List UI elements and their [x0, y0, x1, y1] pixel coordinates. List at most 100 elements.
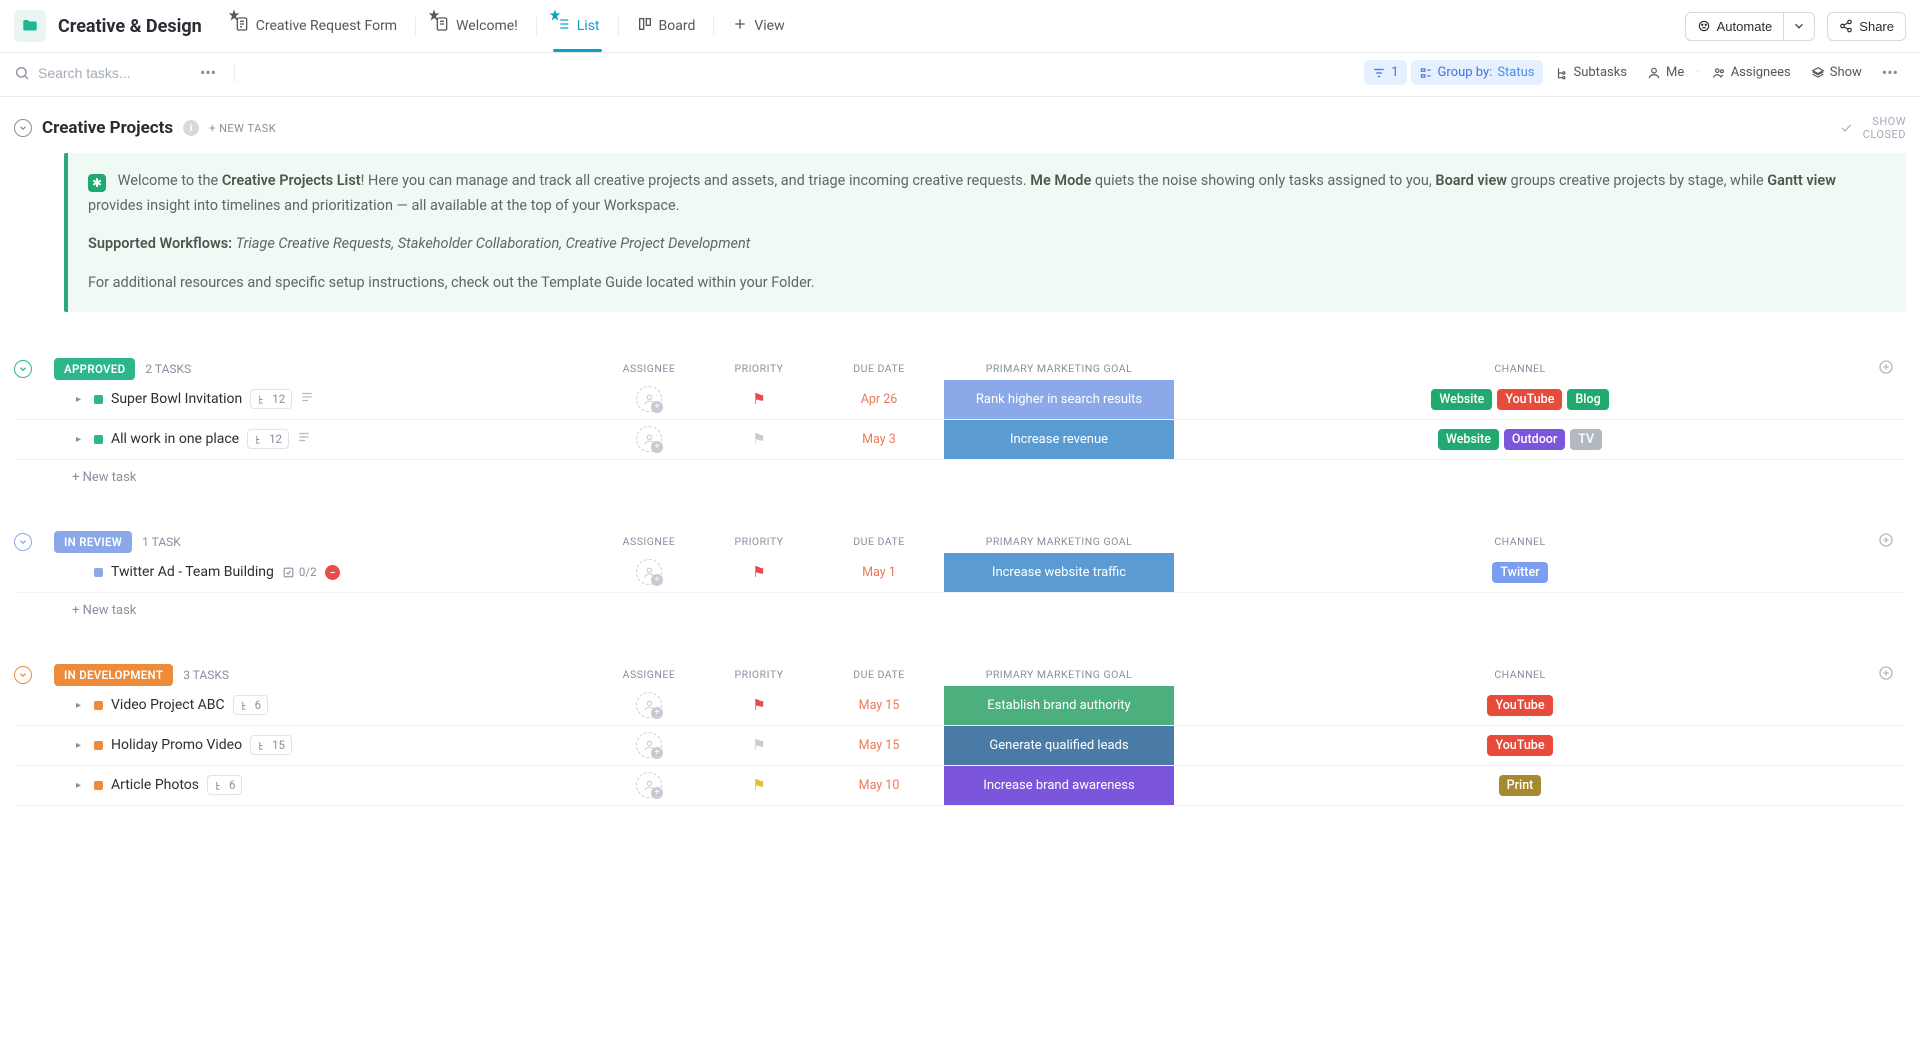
- due-date[interactable]: May 1: [862, 565, 896, 580]
- task-name[interactable]: Article Photos: [111, 777, 199, 793]
- goal-chip[interactable]: Increase revenue: [944, 420, 1174, 459]
- add-column-button[interactable]: [1866, 532, 1906, 552]
- automate-dropdown[interactable]: [1784, 12, 1815, 41]
- status-square[interactable]: [94, 701, 103, 710]
- priority-flag-icon[interactable]: ⚑: [752, 390, 765, 408]
- group-collapse-toggle[interactable]: [14, 533, 32, 551]
- view-tab-creative-request-form[interactable]: Creative Request Form: [222, 8, 409, 44]
- channel-tag[interactable]: Print: [1499, 775, 1542, 796]
- expand-caret[interactable]: ▸: [76, 394, 86, 405]
- channel-tag[interactable]: Website: [1438, 429, 1499, 450]
- task-row[interactable]: ▸Article Photos 6⚑May 10Increase brand a…: [14, 766, 1906, 806]
- priority-flag-icon[interactable]: ⚑: [752, 736, 765, 754]
- workspace-title[interactable]: Creative & Design: [58, 16, 202, 37]
- task-row[interactable]: ▸Holiday Promo Video 15⚑May 15Generate q…: [14, 726, 1906, 766]
- col-goal[interactable]: Primary Marketing Goal: [944, 668, 1174, 681]
- show-button[interactable]: Show: [1803, 60, 1870, 85]
- task-row[interactable]: ▸ Super Bowl Invitation 12 ⚑ Apr 26 Rank hig…: [14, 380, 1906, 420]
- assignee-placeholder[interactable]: [636, 772, 662, 798]
- subtask-count[interactable]: 6: [233, 695, 268, 715]
- goal-chip[interactable]: Increase brand awareness: [944, 766, 1174, 805]
- assignees-button[interactable]: Assignees: [1704, 60, 1799, 85]
- col-due-date[interactable]: Due Date: [814, 535, 944, 548]
- expand-caret[interactable]: ▸: [76, 780, 86, 791]
- subtask-count[interactable]: 12: [247, 429, 289, 449]
- channel-tag[interactable]: Website: [1431, 389, 1492, 410]
- status-badge[interactable]: IN DEVELOPMENT: [54, 664, 173, 686]
- status-square[interactable]: [94, 435, 103, 444]
- channel-tag[interactable]: TV: [1570, 429, 1602, 450]
- channel-tag[interactable]: Twitter: [1492, 562, 1547, 583]
- priority-flag-icon[interactable]: ⚑: [752, 563, 765, 581]
- col-assignee[interactable]: Assignee: [594, 535, 704, 548]
- due-date[interactable]: May 3: [862, 432, 896, 447]
- subtasks-button[interactable]: Subtasks: [1547, 60, 1636, 85]
- goal-chip[interactable]: Generate qualified leads: [944, 726, 1174, 765]
- col-priority[interactable]: Priority: [704, 362, 814, 375]
- col-assignee[interactable]: Assignee: [594, 668, 704, 681]
- group-collapse-toggle[interactable]: [14, 666, 32, 684]
- task-row[interactable]: Twitter Ad - Team Building 0/2⚑May 1Incr…: [14, 553, 1906, 593]
- description-icon[interactable]: [297, 430, 311, 448]
- group-collapse-toggle[interactable]: [14, 360, 32, 378]
- description-icon[interactable]: [300, 390, 314, 408]
- col-goal[interactable]: Primary Marketing Goal: [944, 535, 1174, 548]
- priority-flag-icon[interactable]: ⚑: [752, 430, 765, 448]
- expand-caret[interactable]: ▸: [76, 700, 86, 711]
- view-tab-view[interactable]: View: [720, 8, 796, 44]
- search-input[interactable]: [38, 65, 188, 81]
- assignee-placeholder[interactable]: [636, 732, 662, 758]
- collapse-all-toggle[interactable]: [14, 119, 32, 137]
- task-row[interactable]: ▸ Video Project ABC 6 ⚑ May 15 Establish bra…: [14, 686, 1906, 726]
- status-badge[interactable]: IN REVIEW: [54, 531, 132, 553]
- new-task-header-button[interactable]: + New task: [209, 122, 276, 135]
- me-button[interactable]: Me: [1639, 60, 1692, 85]
- channel-tag[interactable]: YouTube: [1497, 389, 1562, 410]
- status-square[interactable]: [94, 395, 103, 404]
- due-date[interactable]: Apr 26: [861, 392, 898, 407]
- col-assignee[interactable]: Assignee: [594, 362, 704, 375]
- task-name[interactable]: Holiday Promo Video: [111, 737, 242, 753]
- status-square[interactable]: [94, 781, 103, 790]
- channel-tag[interactable]: Blog: [1567, 389, 1608, 410]
- col-channel[interactable]: Channel: [1174, 668, 1866, 681]
- show-closed-button[interactable]: SHOW CLOSED: [1839, 115, 1906, 141]
- view-tab-list[interactable]: List: [543, 8, 612, 44]
- filter-button[interactable]: 1: [1364, 60, 1406, 85]
- assignee-placeholder[interactable]: [636, 559, 662, 585]
- checklist-count[interactable]: 0/2: [282, 565, 317, 579]
- col-channel[interactable]: Channel: [1174, 362, 1866, 375]
- goal-chip[interactable]: Establish brand authority: [944, 686, 1174, 725]
- goal-chip[interactable]: Rank higher in search results: [944, 380, 1174, 419]
- goal-chip[interactable]: Increase website traffic: [944, 553, 1174, 592]
- due-date[interactable]: May 15: [859, 698, 900, 713]
- automate-button[interactable]: Automate: [1685, 12, 1785, 41]
- filter-more-icon[interactable]: •••: [1874, 59, 1906, 86]
- view-tab-welcome-[interactable]: Welcome!: [422, 8, 530, 44]
- subtask-count[interactable]: 6: [207, 775, 242, 795]
- assignee-placeholder[interactable]: [636, 426, 662, 452]
- priority-flag-icon[interactable]: ⚑: [752, 696, 765, 714]
- channel-tag[interactable]: YouTube: [1487, 695, 1552, 716]
- col-priority[interactable]: Priority: [704, 668, 814, 681]
- add-column-button[interactable]: [1866, 359, 1906, 379]
- task-name[interactable]: Super Bowl Invitation: [111, 391, 242, 407]
- info-icon[interactable]: i: [183, 120, 199, 136]
- task-name[interactable]: All work in one place: [111, 431, 239, 447]
- add-column-button[interactable]: [1866, 665, 1906, 685]
- task-name[interactable]: Video Project ABC: [111, 697, 225, 713]
- folder-icon[interactable]: [14, 10, 46, 42]
- subtask-count[interactable]: 12: [250, 389, 292, 409]
- col-priority[interactable]: Priority: [704, 535, 814, 548]
- col-due-date[interactable]: Due Date: [814, 362, 944, 375]
- status-badge[interactable]: APPROVED: [54, 358, 135, 380]
- status-square[interactable]: [94, 741, 103, 750]
- col-goal[interactable]: Primary Marketing Goal: [944, 362, 1174, 375]
- due-date[interactable]: May 15: [859, 738, 900, 753]
- share-button[interactable]: Share: [1827, 12, 1906, 41]
- group-by-button[interactable]: Group by: Status: [1411, 60, 1543, 85]
- col-channel[interactable]: Channel: [1174, 535, 1866, 548]
- new-task-button[interactable]: + New task: [14, 593, 1906, 618]
- due-date[interactable]: May 10: [859, 778, 900, 793]
- channel-tag[interactable]: Outdoor: [1504, 429, 1565, 450]
